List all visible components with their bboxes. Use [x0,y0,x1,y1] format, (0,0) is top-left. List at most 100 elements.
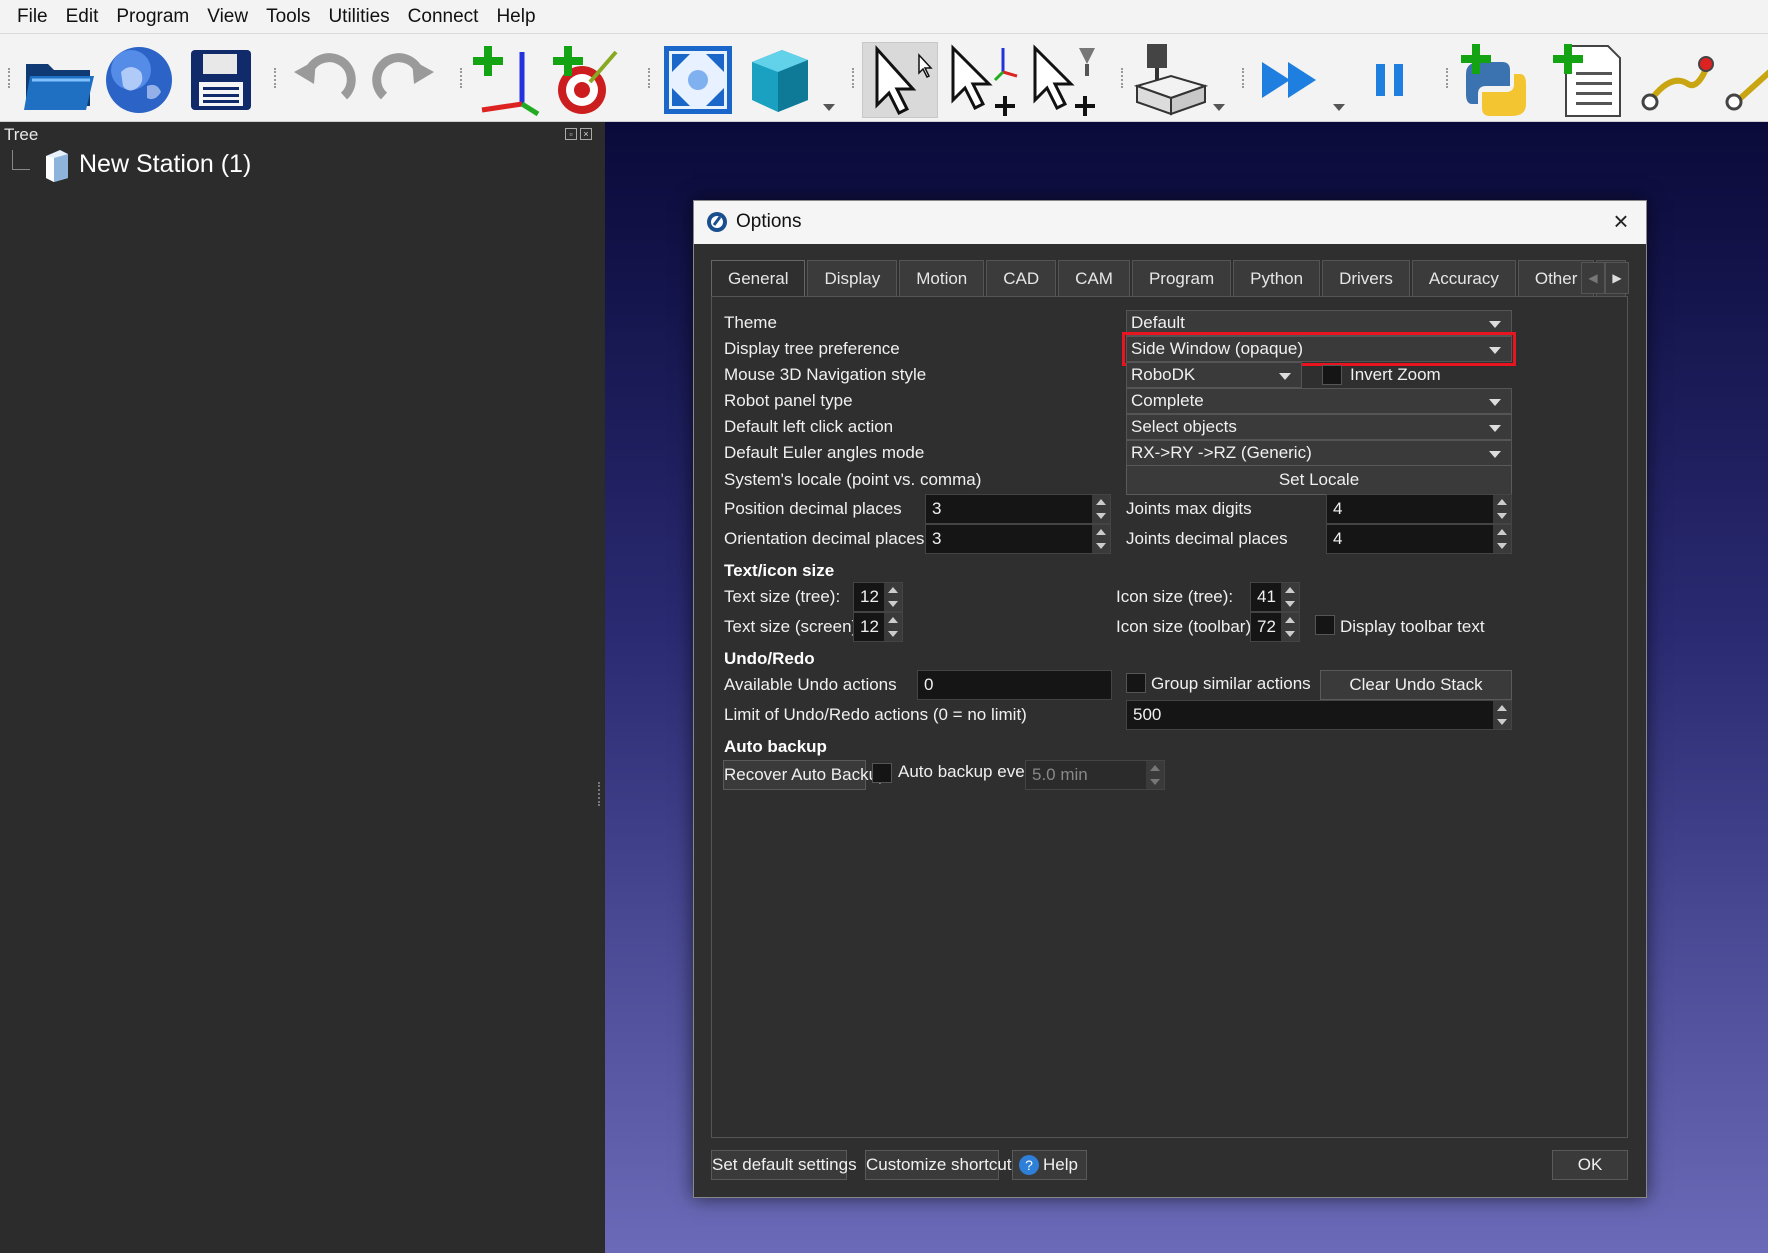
chevron-right-icon[interactable]: ▶ [1605,262,1629,294]
chevron-down-icon [1497,513,1507,519]
save-icon[interactable] [183,42,259,118]
chevron-down-icon[interactable] [823,104,835,111]
move-tool-icon[interactable] [1027,42,1103,118]
chevron-up-icon [1096,499,1106,505]
recover-auto-backup-button[interactable]: Recover Auto Backup [723,760,887,790]
globe-icon[interactable] [101,42,177,118]
menu-help[interactable]: Help [487,0,544,34]
spin-arrows[interactable] [1146,761,1164,789]
text-size-screen-spinbox[interactable]: 12 [853,612,903,642]
station-icon[interactable] [42,146,72,182]
group-similar-label: Group similar actions [1151,674,1311,693]
tab-drivers[interactable]: Drivers [1322,260,1410,297]
chevron-down-icon[interactable] [1333,104,1345,111]
undo-limit-spinbox[interactable]: 500 [1126,700,1512,730]
invert-zoom-checkbox[interactable] [1322,365,1342,385]
undo-icon[interactable] [286,42,362,118]
robot-panel-select[interactable]: Complete [1126,388,1512,414]
help-button[interactable]: ? Help [1012,1150,1087,1180]
panel-splitter[interactable] [598,782,601,806]
open-folder-icon[interactable] [20,42,96,118]
add-program-icon[interactable] [1550,42,1626,118]
menu-utilities[interactable]: Utilities [319,0,398,34]
joints-max-value: 4 [1333,499,1343,518]
navigation-style-select[interactable]: RoboDK [1126,362,1302,388]
joint-move-icon[interactable] [1640,42,1716,118]
display-toolbar-text-checkbox[interactable] [1315,615,1335,635]
euler-mode-select[interactable]: RX->RY ->RZ (Generic) [1126,440,1512,466]
auto-backup-interval-spinbox[interactable]: 5.0 min [1025,760,1165,790]
auto-backup-checkbox[interactable] [872,763,892,783]
menu-tools[interactable]: Tools [257,0,319,34]
menu-edit[interactable]: Edit [57,0,108,34]
group-similar-checkbox[interactable] [1126,673,1146,693]
spin-arrows[interactable] [1493,701,1511,729]
icon-size-toolbar-spinbox[interactable]: 72 [1250,612,1300,642]
linear-move-icon[interactable] [1724,42,1768,118]
teach-pendant-icon[interactable] [1133,42,1209,118]
text-size-tree-spinbox[interactable]: 12 [853,582,903,612]
ok-button[interactable]: OK [1552,1150,1628,1180]
tree-title: Tree [4,125,39,144]
joints-max-spinbox[interactable]: 4 [1326,494,1512,524]
customize-shortcuts-button[interactable]: Customize shortcuts [865,1150,1020,1180]
tab-cad[interactable]: CAD [986,260,1057,297]
set-default-settings-button[interactable]: Set default settings [711,1150,857,1180]
chevron-left-icon[interactable]: ◀ [1581,262,1605,294]
menu-file[interactable]: File [8,0,57,34]
menu-view[interactable]: View [198,0,257,34]
tab-general[interactable]: General [711,260,806,297]
undo-available-field: 0 [917,670,1112,700]
joints-decimals-value: 4 [1333,529,1343,548]
menu-program[interactable]: Program [107,0,198,34]
tab-scroll-buttons: ◀ ▶ [1581,262,1629,294]
redo-icon[interactable] [366,42,442,118]
icon-size-tree-spinbox[interactable]: 41 [1250,582,1300,612]
add-target-icon[interactable] [550,42,626,118]
pause-icon[interactable] [1352,42,1428,118]
tab-display[interactable]: Display [807,260,898,297]
undo-available-label: Available Undo actions [724,675,897,694]
tab-cam[interactable]: CAM [1058,260,1130,297]
chevron-up-icon [1285,587,1295,593]
orientation-decimals-spinbox[interactable]: 3 [925,524,1111,554]
chevron-up-icon [888,587,898,593]
add-reference-frame-icon[interactable] [470,42,546,118]
close-icon[interactable]: × [1606,207,1636,237]
tab-program[interactable]: Program [1131,260,1232,297]
view-cube-icon[interactable] [742,42,818,118]
spin-arrows[interactable] [1092,495,1110,523]
tree-preference-select[interactable]: Side Window (opaque) [1122,332,1516,366]
spin-arrows[interactable] [1281,583,1299,611]
close-icon[interactable]: × [580,128,592,140]
spin-arrows[interactable] [884,583,902,611]
options-dialog: Options × General Display Motion CAD CAM… [693,200,1647,1198]
theme-select[interactable]: Default [1126,310,1512,336]
tree-item-new-station[interactable]: New Station (1) [79,150,251,179]
chevron-down-icon[interactable] [1213,104,1225,111]
spin-arrows[interactable] [1092,525,1110,553]
clear-undo-stack-button[interactable]: Clear Undo Stack [1320,670,1512,700]
robot-panel-value: Complete [1131,391,1204,410]
spin-arrows[interactable] [1493,495,1511,523]
tab-motion[interactable]: Motion [899,260,985,297]
tab-accuracy[interactable]: Accuracy [1411,260,1516,297]
menu-connect[interactable]: Connect [399,0,488,34]
dialog-titlebar[interactable]: Options × [694,201,1646,244]
position-decimals-spinbox[interactable]: 3 [925,494,1111,524]
left-click-select[interactable]: Select objects [1126,414,1512,440]
set-locale-button[interactable]: Set Locale [1126,465,1512,495]
spin-arrows[interactable] [884,613,902,641]
spin-arrows[interactable] [1493,525,1511,553]
tab-python[interactable]: Python [1233,260,1321,297]
move-reference-icon[interactable] [945,42,1021,118]
fit-all-icon[interactable] [660,42,736,118]
spin-arrows[interactable] [1281,613,1299,641]
add-python-icon[interactable] [1458,42,1534,118]
locale-label: System's locale (point vs. comma) [724,470,982,489]
joints-decimals-spinbox[interactable]: 4 [1326,524,1512,554]
run-program-icon[interactable] [1254,42,1330,118]
main-toolbar [0,34,1768,122]
float-icon[interactable]: ▫ [565,128,577,140]
select-icon[interactable] [862,42,938,118]
